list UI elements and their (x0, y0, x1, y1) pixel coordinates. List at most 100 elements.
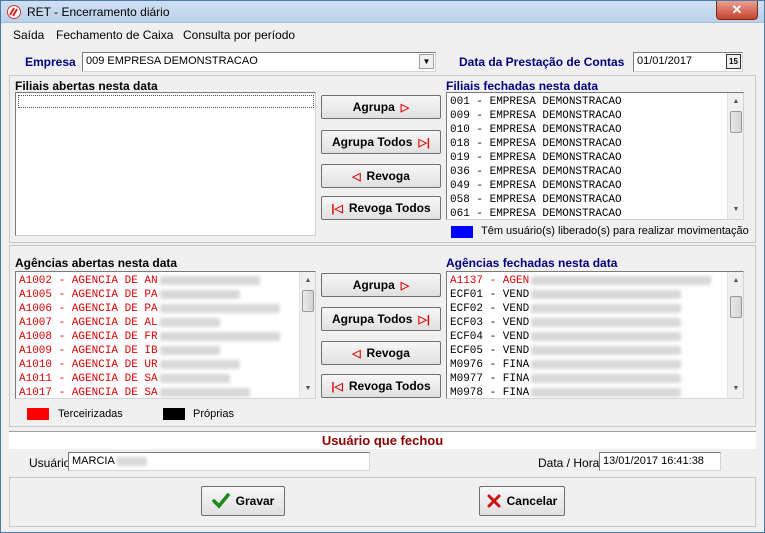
list-item[interactable]: A1006 - AGENCIA DE PA (16, 302, 315, 316)
revoga-todos-button[interactable]: |◁ Revoga Todos (321, 196, 441, 220)
empresa-label: Empresa (25, 55, 76, 69)
redacted-block (159, 303, 280, 313)
scroll-up-icon[interactable]: ▲ (300, 274, 315, 288)
agencias-fechadas-list[interactable]: A1137 - AGEN ECF01 - VEND ECF02 - VEND ECF0… (446, 271, 744, 399)
list-item[interactable]: A1017 - AGENCIA DE SA (16, 386, 315, 399)
chevron-down-icon[interactable]: ▼ (419, 54, 434, 69)
list-item[interactable]: ECF05 - VEND (447, 344, 743, 358)
list-item-text: A1002 - AGENCIA DE AN (19, 275, 158, 287)
agencias-fechadas-scrollbar[interactable]: ▲ ▼ (727, 272, 743, 398)
redacted-block (531, 373, 682, 383)
agrupa-todos-button[interactable]: Agrupa Todos ▷| (321, 130, 441, 154)
list-item[interactable]: ECF01 - VEND (447, 288, 743, 302)
list-item[interactable]: A1008 - AGENCIA DE FR (16, 330, 315, 344)
redacted-block (159, 345, 220, 355)
filiais-abertas-list[interactable] (15, 92, 316, 236)
checkmark-icon (211, 493, 230, 509)
scroll-thumb[interactable] (302, 290, 314, 312)
list-item[interactable]: ECF02 - VEND (447, 302, 743, 316)
list-item[interactable]: ECF03 - VEND (447, 316, 743, 330)
scroll-thumb[interactable] (730, 296, 742, 318)
legend-blue-swatch (451, 226, 473, 238)
agrupa-button[interactable]: Agrupa ▷ (321, 95, 441, 119)
list-item[interactable]: A1010 - AGENCIA DE UR (16, 358, 315, 372)
list-item[interactable]: A1002 - AGENCIA DE AN (16, 274, 315, 288)
data-prestacao-field[interactable]: 01/01/2017 15 (633, 52, 743, 72)
filiais-abertas-label: Filiais abertas nesta data (15, 79, 158, 93)
gravar-button-label: Gravar (235, 494, 275, 508)
agencia-agrupa-todos-button[interactable]: Agrupa Todos ▷| (321, 307, 441, 331)
list-item-text: A1017 - AGENCIA DE SA (19, 387, 158, 399)
list-item-text: ECF04 - VEND (450, 331, 530, 343)
agencia-revoga-button[interactable]: ◁ Revoga (321, 341, 441, 365)
legend-proprias-text: Próprias (193, 408, 234, 420)
list-item[interactable]: A1005 - AGENCIA DE PA (16, 288, 315, 302)
list-item-text: A1008 - AGENCIA DE FR (19, 331, 158, 343)
datahora-field[interactable]: 13/01/2017 16:41:38 (599, 452, 721, 471)
gravar-button[interactable]: Gravar (201, 486, 285, 516)
list-item-text: M0977 - FINA (450, 373, 530, 385)
redacted-block (159, 317, 220, 327)
redacted-block (159, 359, 240, 369)
list-item[interactable]: A1007 - AGENCIA DE AL (16, 316, 315, 330)
data-prestacao-label: Data da Prestação de Contas (459, 55, 625, 69)
actions-frame (9, 477, 756, 527)
redacted-block (159, 387, 250, 397)
agencias-abertas-list[interactable]: A1002 - AGENCIA DE AN A1005 - AGENCIA DE … (15, 271, 316, 399)
cancelar-button[interactable]: Cancelar (479, 486, 565, 516)
list-item-text: 010 - EMPRESA DEMONSTRACAO (450, 124, 622, 136)
legend-terceirizadas-swatch (27, 408, 49, 420)
usuario-label: Usuário (29, 456, 71, 470)
list-item[interactable]: 010 - EMPRESA DEMONSTRACAO (447, 123, 743, 137)
redacted-block (159, 331, 280, 341)
agencia-revoga-button-label: Revoga (366, 346, 410, 360)
list-item[interactable]: M0977 - FINA (447, 372, 743, 386)
close-button[interactable]: ✕ (716, 1, 758, 20)
list-item[interactable]: 019 - EMPRESA DEMONSTRACAO (447, 151, 743, 165)
filiais-fechadas-list[interactable]: 001 - EMPRESA DEMONSTRACAO 009 - EMPRESA … (446, 92, 744, 220)
data-prestacao-value: 01/01/2017 (637, 55, 693, 67)
agencia-revoga-todos-button[interactable]: |◁ Revoga Todos (321, 374, 441, 398)
scroll-down-icon[interactable]: ▼ (728, 203, 743, 217)
revoga-button-label: Revoga (366, 169, 410, 183)
datahora-value: 13/01/2017 16:41:38 (603, 455, 704, 467)
list-item-text: A1005 - AGENCIA DE PA (19, 289, 158, 301)
agencias-abertas-scrollbar[interactable]: ▲ ▼ (299, 272, 315, 398)
empresa-select[interactable]: 009 EMPRESA DEMONSTRACAO ▼ (82, 52, 436, 72)
menu-saida[interactable]: Saída (13, 28, 44, 42)
menu-consulta-por-periodo[interactable]: Consulta por período (183, 28, 295, 42)
redacted-block (159, 275, 260, 285)
usuario-section-header: Usuário que fechou (9, 431, 756, 449)
list-item[interactable]: A1011 - AGENCIA DE SA (16, 372, 315, 386)
list-item[interactable]: 001 - EMPRESA DEMONSTRACAO (447, 95, 743, 109)
list-item[interactable]: M0976 - FINA (447, 358, 743, 372)
scroll-thumb[interactable] (730, 111, 742, 133)
list-item[interactable]: 036 - EMPRESA DEMONSTRACAO (447, 165, 743, 179)
usuario-field[interactable]: MARCIA (68, 452, 370, 471)
redacted-block (531, 317, 682, 327)
list-item[interactable]: A1009 - AGENCIA DE IB (16, 344, 315, 358)
agencia-agrupa-button[interactable]: Agrupa ▷ (321, 273, 441, 297)
datahora-label: Data / Hora (538, 456, 600, 470)
menu-fechamento-de-caixa[interactable]: Fechamento de Caixa (56, 28, 173, 42)
scroll-up-icon[interactable]: ▲ (728, 95, 743, 109)
list-item[interactable]: 009 - EMPRESA DEMONSTRACAO (447, 109, 743, 123)
list-item-text: M0976 - FINA (450, 359, 530, 371)
calendar-icon[interactable]: 15 (726, 54, 741, 69)
revoga-button[interactable]: ◁ Revoga (321, 164, 441, 188)
list-item[interactable]: A1137 - AGEN (447, 274, 743, 288)
filiais-fechadas-scrollbar[interactable]: ▲ ▼ (727, 93, 743, 219)
scroll-up-icon[interactable]: ▲ (728, 274, 743, 288)
list-item-text: 036 - EMPRESA DEMONSTRACAO (450, 166, 622, 178)
app-logo-icon (7, 5, 21, 19)
list-item[interactable]: M0978 - FINA (447, 386, 743, 398)
list-item[interactable]: ECF04 - VEND (447, 330, 743, 344)
scroll-down-icon[interactable]: ▼ (728, 382, 743, 396)
list-item[interactable]: 018 - EMPRESA DEMONSTRACAO (447, 137, 743, 151)
list-item[interactable]: 058 - EMPRESA DEMONSTRACAO (447, 193, 743, 207)
list-item[interactable]: 049 - EMPRESA DEMONSTRACAO (447, 179, 743, 193)
arrow-right-end-icon: ▷| (418, 313, 430, 326)
list-item[interactable]: 061 - EMPRESA DEMONSTRACAO (447, 207, 743, 219)
scroll-down-icon[interactable]: ▼ (300, 382, 315, 396)
list-item-text: A1006 - AGENCIA DE PA (19, 303, 158, 315)
